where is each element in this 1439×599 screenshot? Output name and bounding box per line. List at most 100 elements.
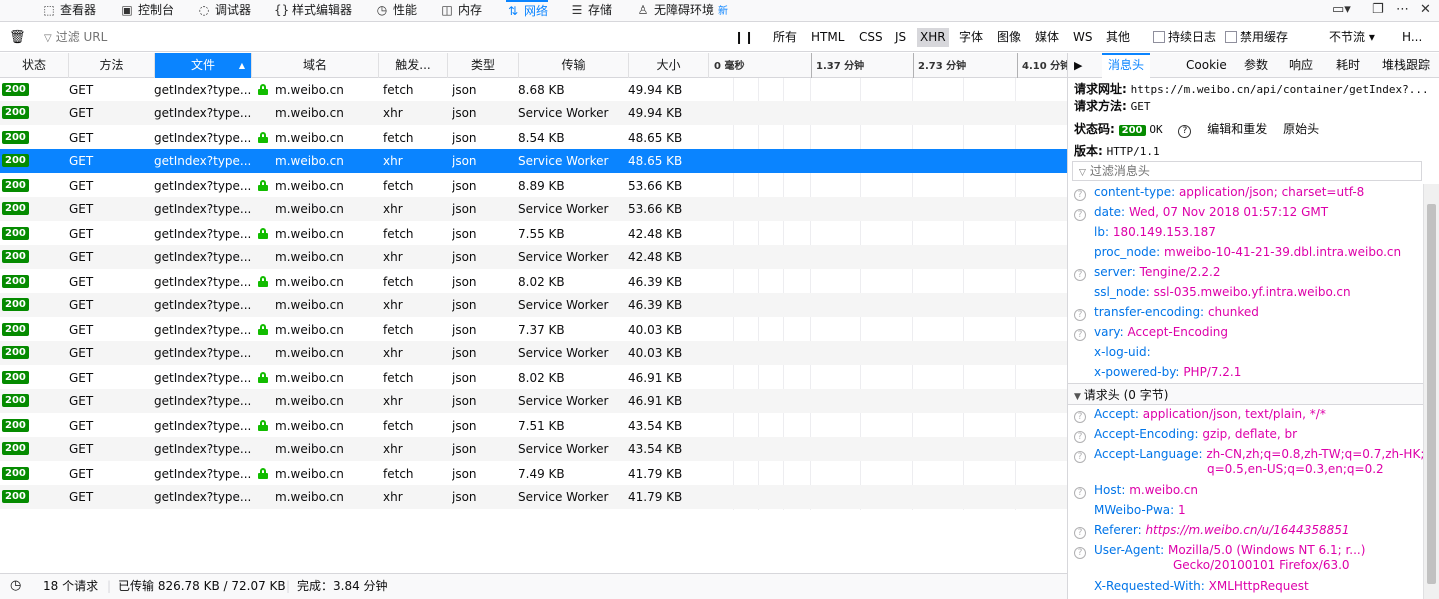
filter-type-6[interactable]: 图像 bbox=[994, 28, 1024, 47]
tab-debugger[interactable]: ◌ 调试器 bbox=[197, 0, 251, 22]
table-row[interactable]: 200 GET getIndex?type... m.weibo.cn fetch jso… bbox=[0, 126, 1067, 150]
details-tab-2[interactable]: 参数 bbox=[1244, 53, 1268, 78]
help-icon[interactable]: ? bbox=[1074, 487, 1086, 499]
tab-storage[interactable]: ☰ 存储 bbox=[570, 0, 612, 22]
help-icon[interactable]: ? bbox=[1074, 451, 1086, 463]
details-tab-3[interactable]: 响应 bbox=[1289, 53, 1313, 78]
header-row[interactable]: ? content-type: application/json; charset… bbox=[1074, 182, 1364, 202]
help-icon[interactable]: ? bbox=[1074, 547, 1086, 559]
column-domain[interactable]: 域名 bbox=[252, 53, 379, 78]
table-row[interactable]: 200 GET getIndex?type... m.weibo.cn fetch jso… bbox=[0, 78, 1067, 102]
filter-type-5[interactable]: 字体 bbox=[956, 28, 986, 47]
help-icon[interactable]: ? bbox=[1074, 269, 1086, 281]
table-row[interactable]: 200 GET getIndex?type... m.weibo.cn xhr json S… bbox=[0, 437, 1067, 461]
table-row[interactable]: 200 GET getIndex?type... m.weibo.cn fetch jso… bbox=[0, 270, 1067, 294]
throttle-select[interactable]: 不节流 ▾ bbox=[1329, 23, 1375, 52]
tab-style-editor[interactable]: {} 样式编辑器 bbox=[274, 0, 352, 22]
help-icon[interactable]: ? bbox=[1074, 431, 1086, 443]
table-row[interactable]: 200 GET getIndex?type... m.weibo.cn fetch jso… bbox=[0, 222, 1067, 246]
filter-type-2[interactable]: CSS bbox=[856, 28, 886, 47]
header-row[interactable]: x-log-uid: bbox=[1074, 342, 1151, 362]
help-icon[interactable]: ? bbox=[1074, 527, 1086, 539]
scrollbar[interactable] bbox=[1423, 184, 1439, 599]
filter-headers-input[interactable]: ▽ 过滤消息头 bbox=[1072, 161, 1422, 181]
status-badge: 200 bbox=[2, 419, 29, 432]
header-row[interactable]: ssl_node: ssl-035.mweibo.yf.intra.weibo.… bbox=[1074, 282, 1351, 302]
raw-headers-button[interactable]: 原始头 bbox=[1283, 122, 1319, 136]
filter-type-3[interactable]: JS bbox=[892, 28, 909, 47]
filter-url-input[interactable]: ▽ 过滤 URL bbox=[44, 23, 724, 53]
table-row[interactable]: 200 GET getIndex?type... m.weibo.cn xhr json S… bbox=[0, 293, 1067, 317]
tab-console[interactable]: ▣ 控制台 bbox=[120, 0, 174, 22]
request-headers-section[interactable]: ▼ 请求头 (0 字节) bbox=[1068, 383, 1423, 405]
filter-type-0[interactable]: 所有 bbox=[770, 28, 800, 47]
header-row[interactable]: ? Host: m.weibo.cn bbox=[1074, 480, 1198, 500]
scrollbar-thumb[interactable] bbox=[1427, 204, 1436, 584]
details-tab-5[interactable]: 堆栈跟踪 bbox=[1382, 53, 1430, 78]
table-row[interactable]: 200 GET getIndex?type... m.weibo.cn xhr json S… bbox=[0, 389, 1067, 413]
table-row[interactable]: 200 GET getIndex?type... m.weibo.cn fetch jso… bbox=[0, 318, 1067, 342]
header-row[interactable]: MWeibo-Pwa: 1 bbox=[1074, 500, 1186, 520]
header-row[interactable]: X-Requested-With: XMLHttpRequest bbox=[1074, 576, 1309, 596]
persist-log-checkbox[interactable]: 持续日志 bbox=[1153, 23, 1216, 52]
table-row[interactable]: 200 GET getIndex?type... m.weibo.cn fetch jso… bbox=[0, 462, 1067, 486]
header-row[interactable]: proc_node: mweibo-10-41-21-39.dbl.intra.… bbox=[1074, 242, 1401, 262]
tab-inspector[interactable]: ⬚ 查看器 bbox=[42, 0, 96, 22]
tab-accessibility[interactable]: ♙ 无障碍环境新 bbox=[636, 0, 728, 22]
help-icon[interactable]: ? bbox=[1074, 411, 1086, 423]
disable-cache-checkbox[interactable]: 禁用缓存 bbox=[1225, 23, 1288, 52]
toggle-sidebar-icon[interactable]: ▶ bbox=[1074, 53, 1082, 78]
help-icon[interactable]: ? bbox=[1074, 209, 1086, 221]
filter-type-4[interactable]: XHR bbox=[917, 28, 949, 47]
column-size[interactable]: 大小 bbox=[629, 53, 709, 78]
header-row[interactable]: lb: 180.149.153.187 bbox=[1074, 222, 1216, 242]
header-row[interactable]: x-powered-by: PHP/7.2.1 bbox=[1074, 362, 1241, 382]
tab-performance[interactable]: ◷ 性能 bbox=[375, 0, 417, 22]
dock-layout-icon[interactable]: ▭▾ bbox=[1332, 0, 1351, 20]
har-menu[interactable]: H... bbox=[1402, 23, 1422, 52]
table-row[interactable]: 200 GET getIndex?type... m.weibo.cn xhr json S… bbox=[0, 149, 1067, 173]
separate-window-icon[interactable]: ❐ bbox=[1372, 0, 1384, 20]
header-row[interactable]: ? Accept-Encoding: gzip, deflate, br bbox=[1074, 424, 1297, 444]
table-row[interactable]: 200 GET getIndex?type... m.weibo.cn xhr json S… bbox=[0, 197, 1067, 221]
column-file[interactable]: 文件 ▲ bbox=[155, 53, 252, 78]
details-tab-4[interactable]: 耗时 bbox=[1336, 53, 1360, 78]
performance-analysis-icon[interactable]: ◷ bbox=[10, 574, 21, 598]
table-row[interactable]: 200 GET getIndex?type... m.weibo.cn xhr json S… bbox=[0, 485, 1067, 509]
table-row[interactable]: 200 GET getIndex?type... m.weibo.cn xhr json S… bbox=[0, 341, 1067, 365]
pause-icon[interactable]: ❙❙ bbox=[734, 23, 754, 52]
header-row[interactable]: ? server: Tengine/2.2.2 bbox=[1074, 262, 1220, 282]
tab-network[interactable]: ⇅ 网络 bbox=[506, 0, 549, 22]
filter-type-1[interactable]: HTML bbox=[808, 28, 847, 47]
column-type[interactable]: 类型 bbox=[448, 53, 519, 78]
close-icon[interactable]: ✕ bbox=[1420, 0, 1431, 20]
column-cause[interactable]: 触发... bbox=[379, 53, 448, 78]
column-method[interactable]: 方法 bbox=[69, 53, 155, 78]
divider: | bbox=[286, 579, 291, 593]
details-tab-1[interactable]: Cookie bbox=[1186, 53, 1227, 78]
table-row[interactable]: 200 GET getIndex?type... m.weibo.cn fetch jso… bbox=[0, 366, 1067, 390]
filter-type-7[interactable]: 媒体 bbox=[1032, 28, 1062, 47]
help-icon[interactable]: ? bbox=[1074, 309, 1086, 321]
table-row[interactable]: 200 GET getIndex?type... m.weibo.cn fetch jso… bbox=[0, 414, 1067, 438]
table-row[interactable]: 200 GET getIndex?type... m.weibo.cn fetch jso… bbox=[0, 174, 1067, 198]
header-row[interactable]: ? transfer-encoding: chunked bbox=[1074, 302, 1259, 322]
header-row[interactable]: ? Accept: application/json, text/plain, *… bbox=[1074, 404, 1326, 424]
header-row[interactable]: ? date: Wed, 07 Nov 2018 01:57:12 GMT bbox=[1074, 202, 1328, 222]
edit-resend-button[interactable]: 编辑和重发 bbox=[1207, 122, 1267, 136]
status-help-icon[interactable]: ? bbox=[1178, 125, 1192, 138]
help-icon[interactable]: ? bbox=[1074, 329, 1086, 341]
header-row[interactable]: ? Referer: https://m.weibo.cn/u/164435885… bbox=[1074, 520, 1350, 540]
filter-type-9[interactable]: 其他 bbox=[1103, 28, 1133, 47]
table-row[interactable]: 200 GET getIndex?type... m.weibo.cn xhr json S… bbox=[0, 245, 1067, 269]
details-tab-0[interactable]: 消息头 bbox=[1102, 53, 1151, 78]
table-row[interactable]: 200 GET getIndex?type... m.weibo.cn xhr json S… bbox=[0, 101, 1067, 125]
trash-icon[interactable]: 🗑 bbox=[9, 23, 26, 52]
column-transferred[interactable]: 传输 bbox=[519, 53, 629, 78]
tab-memory[interactable]: ◫ 内存 bbox=[440, 0, 482, 22]
filter-type-8[interactable]: WS bbox=[1070, 28, 1095, 47]
more-menu-icon[interactable]: ⋯ bbox=[1396, 0, 1409, 20]
header-row[interactable]: ? vary: Accept-Encoding bbox=[1074, 322, 1228, 342]
column-status[interactable]: 状态 bbox=[0, 53, 69, 78]
help-icon[interactable]: ? bbox=[1074, 189, 1086, 201]
